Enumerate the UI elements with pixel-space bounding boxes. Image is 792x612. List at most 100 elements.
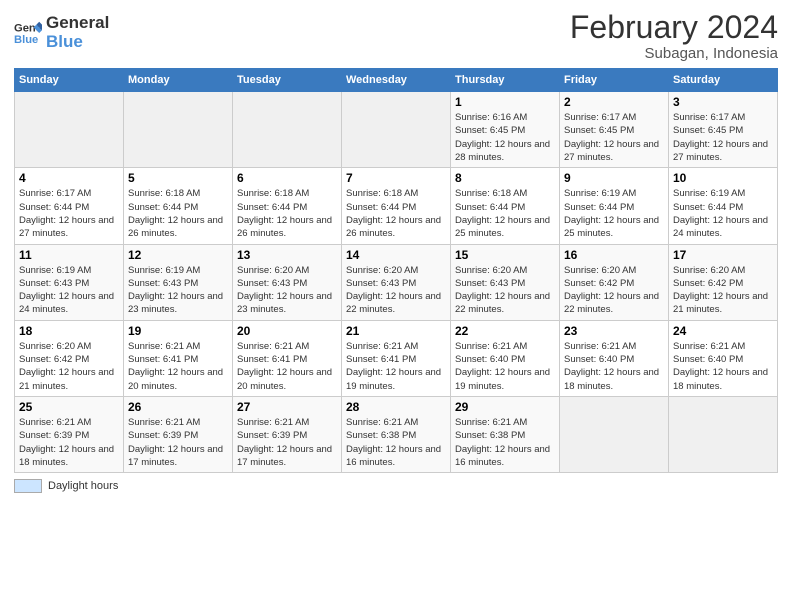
day-info: Sunrise: 6:20 AM Sunset: 6:42 PM Dayligh… <box>19 340 119 393</box>
day-number: 16 <box>564 248 664 262</box>
day-number: 1 <box>455 95 555 109</box>
day-number: 13 <box>237 248 337 262</box>
day-number: 5 <box>128 171 228 185</box>
subtitle: Subagan, Indonesia <box>570 45 778 62</box>
day-cell: 15Sunrise: 6:20 AM Sunset: 6:43 PM Dayli… <box>451 244 560 320</box>
day-info: Sunrise: 6:20 AM Sunset: 6:43 PM Dayligh… <box>346 264 446 317</box>
day-cell: 18 Sunrise: 6:20 AM Sunset: 6:42 PM Dayli… <box>15 320 124 396</box>
day-cell: 8Sunrise: 6:18 AM Sunset: 6:44 PM Daylig… <box>451 168 560 244</box>
day-number: 18 <box>19 324 119 338</box>
legend-label: Daylight hours <box>48 480 118 492</box>
day-info: Sunrise: 6:17 AM Sunset: 6:44 PM Dayligh… <box>19 187 119 240</box>
day-info: Sunrise: 6:21 AM Sunset: 6:38 PM Dayligh… <box>346 416 446 469</box>
day-info: Sunrise: 6:19 AM Sunset: 6:44 PM Dayligh… <box>673 187 773 240</box>
day-cell: 28 Sunrise: 6:21 AM Sunset: 6:38 PM Dayli… <box>342 396 451 472</box>
day-info: Sunrise: 6:17 AM Sunset: 6:45 PM Dayligh… <box>673 111 773 164</box>
day-info: Sunrise: 6:21 AM Sunset: 6:41 PM Dayligh… <box>237 340 337 393</box>
day-number: 15 <box>455 248 555 262</box>
day-info: Sunrise: 6:21 AM Sunset: 6:40 PM Dayligh… <box>564 340 664 393</box>
day-number: 4 <box>19 171 119 185</box>
logo-line1: General <box>46 14 109 33</box>
day-cell <box>560 396 669 472</box>
page: General Blue General Blue February 2024 … <box>0 0 792 612</box>
header: General Blue General Blue February 2024 … <box>14 10 778 62</box>
legend: Daylight hours <box>14 479 778 493</box>
day-number: 23 <box>564 324 664 338</box>
day-cell: 1 Sunrise: 6:16 AM Sunset: 6:45 PM Daylig… <box>451 92 560 168</box>
day-cell: 21 Sunrise: 6:21 AM Sunset: 6:41 PM Dayli… <box>342 320 451 396</box>
header-cell-friday: Friday <box>560 69 669 92</box>
week-row-3: 11 Sunrise: 6:19 AM Sunset: 6:43 PM Dayli… <box>15 244 778 320</box>
main-title: February 2024 <box>570 10 778 45</box>
day-cell: 27 Sunrise: 6:21 AM Sunset: 6:39 PM Dayli… <box>233 396 342 472</box>
day-number: 2 <box>564 95 664 109</box>
day-number: 7 <box>346 171 446 185</box>
day-cell: 14 Sunrise: 6:20 AM Sunset: 6:43 PM Dayli… <box>342 244 451 320</box>
week-row-5: 25 Sunrise: 6:21 AM Sunset: 6:39 PM Dayli… <box>15 396 778 472</box>
day-info: Sunrise: 6:16 AM Sunset: 6:45 PM Dayligh… <box>455 111 555 164</box>
day-info: Sunrise: 6:20 AM Sunset: 6:43 PM Dayligh… <box>237 264 337 317</box>
week-row-2: 4 Sunrise: 6:17 AM Sunset: 6:44 PM Daylig… <box>15 168 778 244</box>
day-number: 17 <box>673 248 773 262</box>
day-number: 21 <box>346 324 446 338</box>
day-info: Sunrise: 6:21 AM Sunset: 6:41 PM Dayligh… <box>346 340 446 393</box>
day-cell: 29 Sunrise: 6:21 AM Sunset: 6:38 PM Dayli… <box>451 396 560 472</box>
logo: General Blue General Blue <box>14 14 109 51</box>
day-info: Sunrise: 6:18 AM Sunset: 6:44 PM Dayligh… <box>237 187 337 240</box>
day-cell: 26Sunrise: 6:21 AM Sunset: 6:39 PM Dayli… <box>124 396 233 472</box>
day-info: Sunrise: 6:17 AM Sunset: 6:45 PM Dayligh… <box>564 111 664 164</box>
day-number: 27 <box>237 400 337 414</box>
day-info: Sunrise: 6:21 AM Sunset: 6:40 PM Dayligh… <box>455 340 555 393</box>
day-cell <box>233 92 342 168</box>
logo-icon: General Blue <box>14 19 42 47</box>
title-block: February 2024 Subagan, Indonesia <box>570 10 778 62</box>
day-info: Sunrise: 6:21 AM Sunset: 6:39 PM Dayligh… <box>237 416 337 469</box>
day-number: 6 <box>237 171 337 185</box>
day-cell: 10Sunrise: 6:19 AM Sunset: 6:44 PM Dayli… <box>669 168 778 244</box>
header-cell-wednesday: Wednesday <box>342 69 451 92</box>
day-info: Sunrise: 6:20 AM Sunset: 6:42 PM Dayligh… <box>564 264 664 317</box>
day-cell: 22 Sunrise: 6:21 AM Sunset: 6:40 PM Dayli… <box>451 320 560 396</box>
day-number: 12 <box>128 248 228 262</box>
day-cell: 5Sunrise: 6:18 AM Sunset: 6:44 PM Daylig… <box>124 168 233 244</box>
day-cell: 12 Sunrise: 6:19 AM Sunset: 6:43 PM Dayli… <box>124 244 233 320</box>
day-number: 25 <box>19 400 119 414</box>
day-number: 9 <box>564 171 664 185</box>
day-number: 24 <box>673 324 773 338</box>
day-info: Sunrise: 6:18 AM Sunset: 6:44 PM Dayligh… <box>455 187 555 240</box>
header-cell-sunday: Sunday <box>15 69 124 92</box>
day-cell <box>342 92 451 168</box>
day-number: 11 <box>19 248 119 262</box>
day-number: 14 <box>346 248 446 262</box>
day-number: 19 <box>128 324 228 338</box>
week-row-4: 18 Sunrise: 6:20 AM Sunset: 6:42 PM Dayli… <box>15 320 778 396</box>
day-cell: 11Sunrise: 6:19 AM Sunset: 6:43 PM Dayli… <box>15 244 124 320</box>
day-info: Sunrise: 6:19 AM Sunset: 6:43 PM Dayligh… <box>128 264 228 317</box>
day-number: 29 <box>455 400 555 414</box>
calendar-table: SundayMondayTuesdayWednesdayThursdayFrid… <box>14 68 778 473</box>
day-cell <box>669 396 778 472</box>
header-cell-saturday: Saturday <box>669 69 778 92</box>
day-number: 26 <box>128 400 228 414</box>
day-cell: 6 Sunrise: 6:18 AM Sunset: 6:44 PM Daylig… <box>233 168 342 244</box>
week-row-1: 1 Sunrise: 6:16 AM Sunset: 6:45 PM Daylig… <box>15 92 778 168</box>
svg-text:Blue: Blue <box>14 33 38 45</box>
day-cell: 2 Sunrise: 6:17 AM Sunset: 6:45 PM Daylig… <box>560 92 669 168</box>
day-info: Sunrise: 6:21 AM Sunset: 6:40 PM Dayligh… <box>673 340 773 393</box>
day-number: 22 <box>455 324 555 338</box>
header-cell-monday: Monday <box>124 69 233 92</box>
day-cell: 17Sunrise: 6:20 AM Sunset: 6:42 PM Dayli… <box>669 244 778 320</box>
day-cell: 20 Sunrise: 6:21 AM Sunset: 6:41 PM Dayli… <box>233 320 342 396</box>
day-cell: 7 Sunrise: 6:18 AM Sunset: 6:44 PM Daylig… <box>342 168 451 244</box>
day-info: Sunrise: 6:19 AM Sunset: 6:44 PM Dayligh… <box>564 187 664 240</box>
header-cell-thursday: Thursday <box>451 69 560 92</box>
legend-box <box>14 479 42 493</box>
day-info: Sunrise: 6:21 AM Sunset: 6:38 PM Dayligh… <box>455 416 555 469</box>
header-cell-tuesday: Tuesday <box>233 69 342 92</box>
day-number: 28 <box>346 400 446 414</box>
day-cell <box>15 92 124 168</box>
logo-line2: Blue <box>46 33 109 52</box>
day-number: 20 <box>237 324 337 338</box>
day-info: Sunrise: 6:18 AM Sunset: 6:44 PM Dayligh… <box>346 187 446 240</box>
day-cell: 19Sunrise: 6:21 AM Sunset: 6:41 PM Dayli… <box>124 320 233 396</box>
